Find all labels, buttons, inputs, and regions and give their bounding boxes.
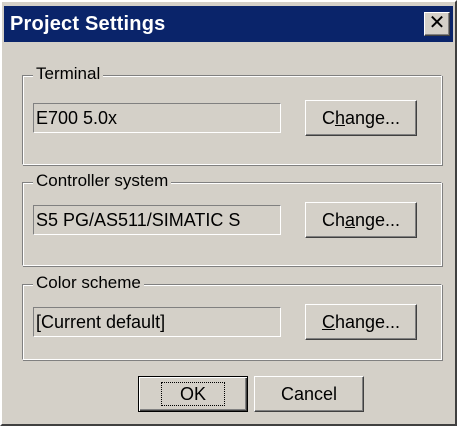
controller-system-group-label: Controller system	[33, 170, 172, 192]
color-scheme-value-field: [Current default]	[33, 307, 281, 337]
ok-button[interactable]: OK	[138, 376, 248, 412]
controller-system-change-button[interactable]: Change...	[305, 202, 417, 238]
color-scheme-change-button[interactable]: Change...	[305, 304, 417, 340]
dialog-title: Project Settings	[10, 13, 166, 35]
color-scheme-change-label: Change...	[321, 312, 401, 332]
terminal-change-label: Change...	[321, 108, 401, 128]
controller-system-value-field: S5 PG/AS511/SIMATIC S	[33, 205, 281, 235]
color-scheme-group-label: Color scheme	[33, 272, 144, 294]
terminal-change-button[interactable]: Change...	[305, 100, 417, 136]
close-button[interactable]: ✕	[424, 12, 450, 36]
color-scheme-group: Color scheme [Current default] Change...	[22, 272, 442, 360]
title-bar[interactable]: Project Settings ✕	[4, 6, 453, 42]
close-icon: ✕	[428, 12, 446, 34]
ok-label: OK	[160, 382, 225, 406]
controller-system-change-label: Change...	[321, 210, 401, 230]
terminal-group-label: Terminal	[33, 63, 104, 85]
cancel-button[interactable]: Cancel	[254, 376, 364, 412]
project-settings-dialog: Project Settings ✕ Terminal E700 5.0x Ch…	[0, 0, 457, 426]
terminal-group: Terminal E700 5.0x Change...	[22, 63, 442, 165]
controller-system-group: Controller system S5 PG/AS511/SIMATIC S …	[22, 170, 442, 266]
cancel-label: Cancel	[280, 384, 338, 404]
terminal-value-field: E700 5.0x	[33, 103, 281, 133]
